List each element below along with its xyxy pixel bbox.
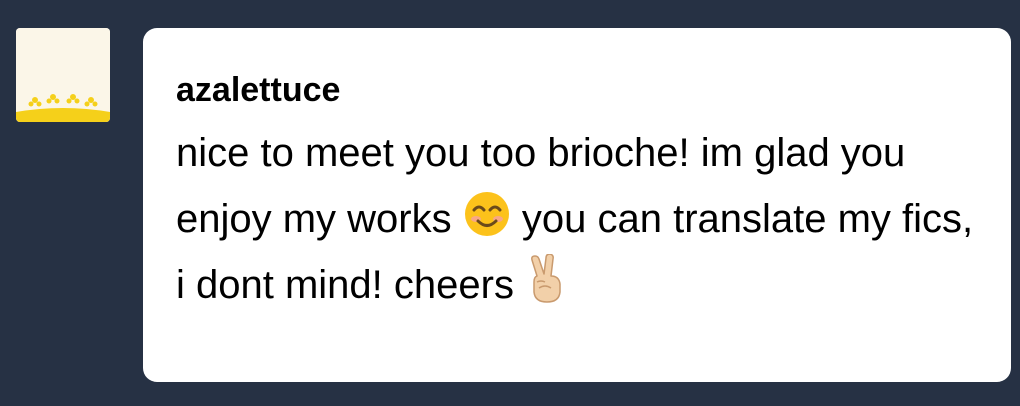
smiling-face-icon <box>463 190 511 238</box>
avatar[interactable] <box>16 28 110 122</box>
message-bubble: azalettuce nice to meet you too brioche!… <box>143 28 1011 382</box>
message-text: nice to meet you too brioche! im glad yo… <box>176 120 976 318</box>
avatar-image <box>16 28 110 122</box>
username[interactable]: azalettuce <box>176 66 340 114</box>
victory-hand-icon <box>525 254 569 304</box>
